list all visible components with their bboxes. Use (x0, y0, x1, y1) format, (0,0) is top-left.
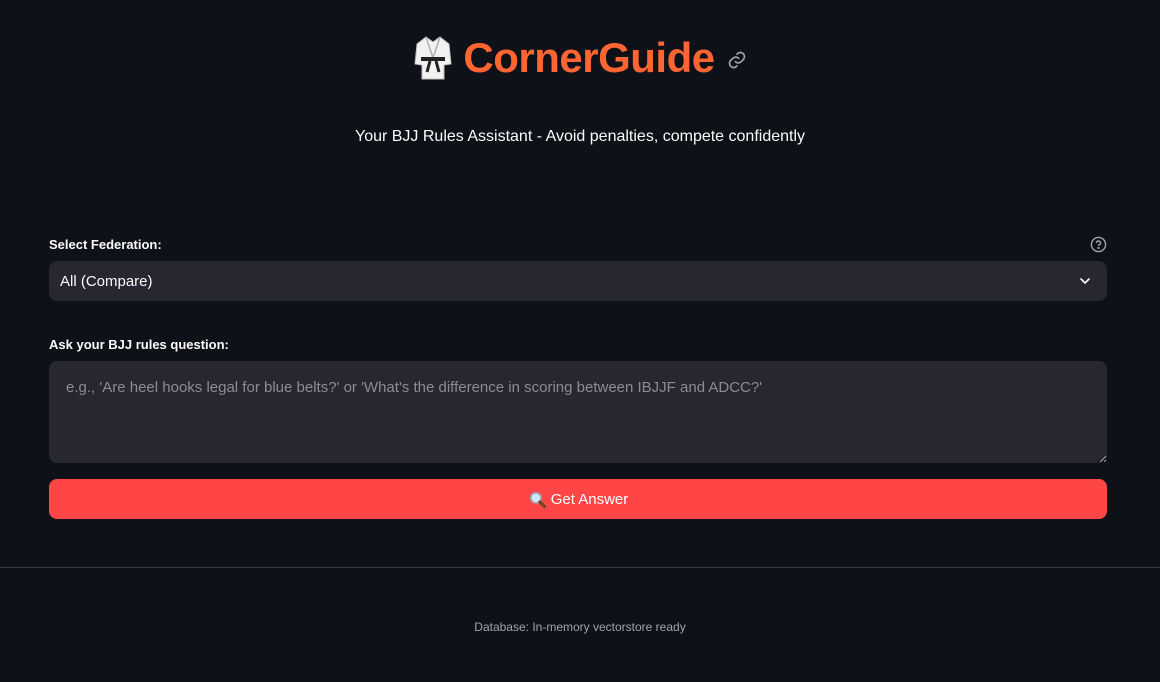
question-input[interactable] (49, 361, 1107, 463)
question-label: Ask your BJJ rules question: (49, 337, 229, 352)
federation-label: Select Federation: (49, 237, 162, 252)
magnifying-glass-icon (529, 491, 546, 508)
chevron-down-icon (1080, 278, 1090, 284)
title-row: CornerGuide (0, 30, 1160, 86)
app-subtitle: Your BJJ Rules Assistant - Avoid penalti… (354, 128, 806, 145)
get-answer-button[interactable]: Get Answer (49, 479, 1107, 519)
app-container: CornerGuide Your BJJ Rules Assistant - A… (0, 0, 1160, 682)
federation-select[interactable]: All (Compare) (49, 261, 1107, 301)
federation-selected-value: All (Compare) (60, 272, 153, 290)
gi-icon (414, 36, 452, 80)
get-answer-label: Get Answer (550, 490, 629, 508)
database-status: Database: In-memory vectorstore ready (474, 620, 686, 634)
footer-divider (0, 567, 1160, 568)
help-icon[interactable] (1090, 236, 1107, 253)
link-icon[interactable] (727, 50, 747, 70)
app-title: CornerGuide (463, 34, 715, 81)
